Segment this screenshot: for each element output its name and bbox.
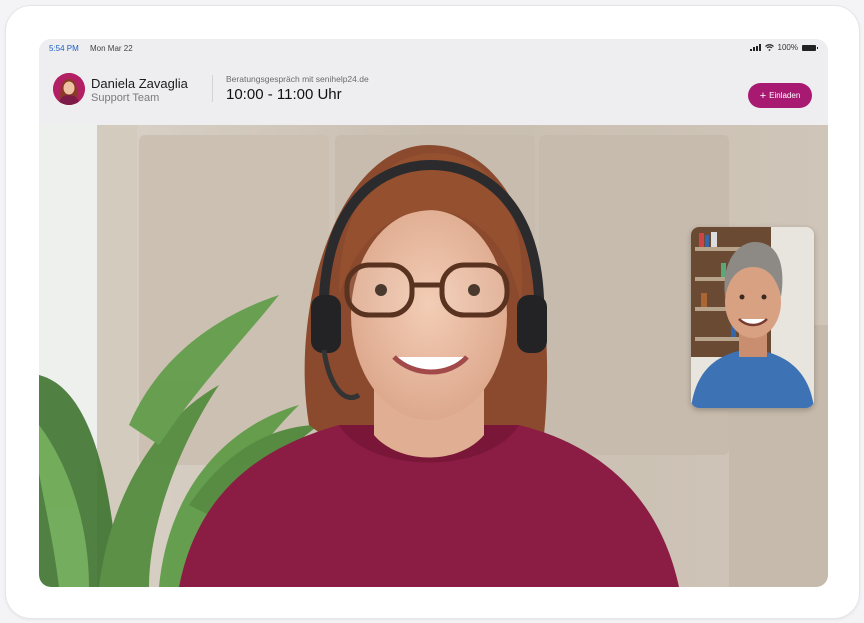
invite-button-label: Einladen <box>769 91 801 100</box>
signal-icon <box>749 44 761 51</box>
invite-button[interactable]: + Einladen <box>748 83 812 108</box>
app-screen: 5:54 PM Mon Mar 22 100% Daniela Zavaglia… <box>39 39 828 587</box>
host-name: Daniela Zavaglia <box>91 76 188 91</box>
status-indicators: 100% <box>749 43 818 52</box>
header-divider <box>212 75 213 102</box>
host-role: Support Team <box>91 92 160 104</box>
battery-icon <box>802 44 818 51</box>
status-date: Mon Mar 22 <box>90 44 133 53</box>
call-header: Daniela Zavaglia Support Team Beratungsg… <box>39 57 828 125</box>
status-time: 5:54 PM <box>49 44 79 53</box>
battery-percent: 100% <box>777 43 798 52</box>
status-bar: 5:54 PM Mon Mar 22 100% <box>39 39 828 57</box>
meeting-time: 10:00 - 11:00 Uhr <box>226 86 342 103</box>
wifi-icon <box>764 44 774 51</box>
self-video-pip[interactable] <box>691 227 814 408</box>
main-video-feed[interactable] <box>39 125 828 587</box>
meeting-label: Beratungsgespräch mit senihelp24.de <box>226 74 369 84</box>
avatar[interactable] <box>53 73 85 105</box>
tablet-frame: 5:54 PM Mon Mar 22 100% Daniela Zavaglia… <box>5 5 860 619</box>
plus-icon: + <box>759 89 767 102</box>
